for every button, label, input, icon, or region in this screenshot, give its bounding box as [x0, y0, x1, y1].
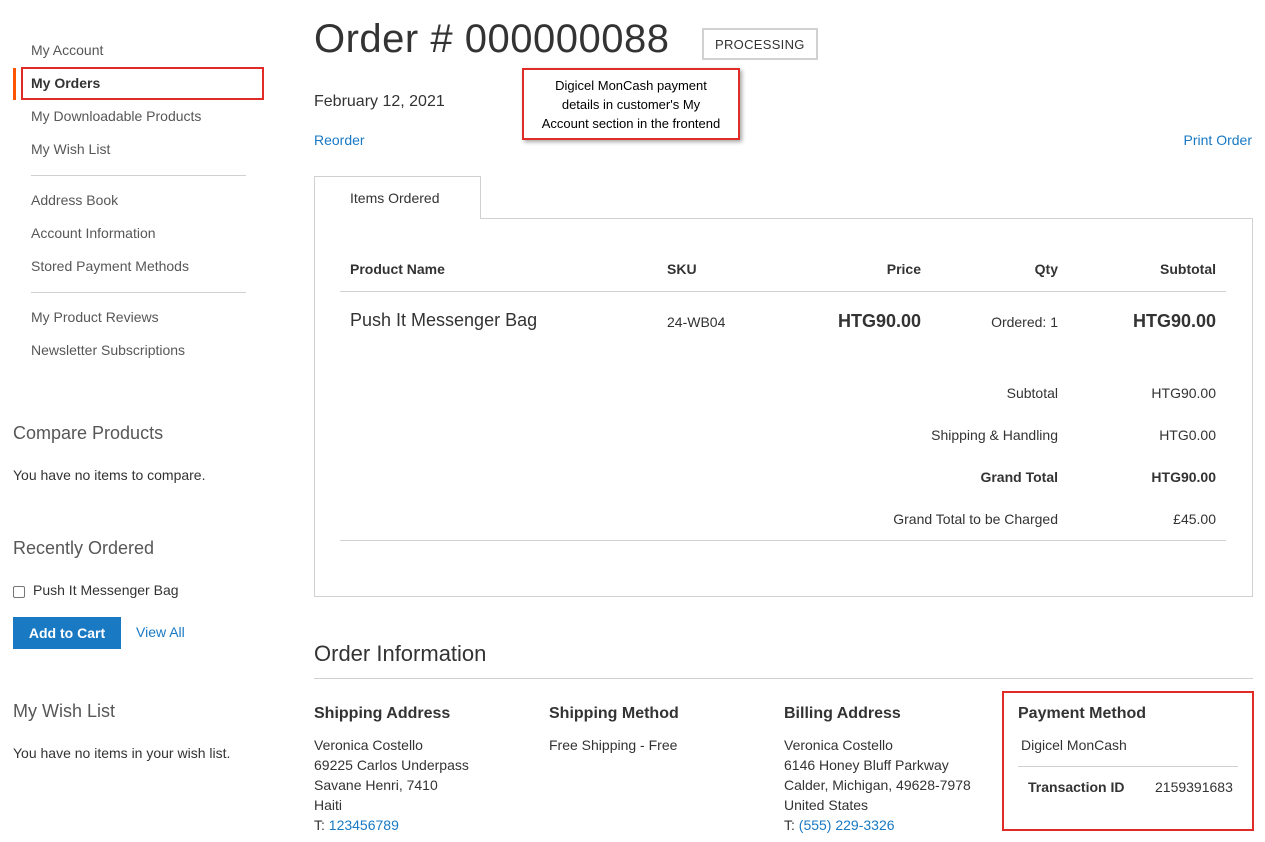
item-product-name: Push It Messenger Bag: [350, 310, 538, 330]
tab-items-ordered[interactable]: Items Ordered: [314, 176, 481, 219]
totals-subtotal-label: Subtotal: [1006, 385, 1058, 401]
callout-line: Account section in the frontend: [541, 116, 721, 131]
table-header-divider: [340, 291, 1226, 292]
phone-prefix: T:: [784, 817, 799, 833]
nav-my-downloadable-products[interactable]: My Downloadable Products: [31, 108, 201, 124]
shipping-address-title: Shipping Address: [314, 705, 451, 722]
nav-current-indicator: [13, 68, 16, 100]
annotation-callout: Digicel MonCash payment details in custo…: [522, 68, 740, 140]
add-to-cart-button[interactable]: Add to Cart: [13, 617, 121, 649]
totals-charged-value: £45.00: [1173, 511, 1216, 527]
shipping-phone-link[interactable]: 123456789: [329, 817, 399, 833]
item-sku: 24-WB04: [667, 314, 726, 330]
col-header-subtotal: Subtotal: [1160, 261, 1216, 277]
page-title: Order # 000000088: [314, 17, 670, 61]
nav-my-wish-list[interactable]: My Wish List: [31, 141, 110, 157]
transaction-id-label: Transaction ID: [1028, 779, 1125, 795]
totals-grand-total-value: HTG90.00: [1151, 469, 1216, 485]
billing-phone-link[interactable]: (555) 229-3326: [799, 817, 895, 833]
callout-line: details in customer's My: [561, 97, 701, 112]
wish-list-empty-text: You have no items in your wish list.: [13, 745, 231, 761]
order-date: February 12, 2021: [314, 93, 445, 110]
totals-subtotal-value: HTG90.00: [1151, 385, 1216, 401]
item-price: HTG90.00: [837, 311, 921, 331]
totals-shipping-value: HTG0.00: [1159, 427, 1216, 443]
nav-divider: [31, 175, 246, 176]
item-qty: Ordered: 1: [991, 314, 1058, 330]
compare-empty-text: You have no items to compare.: [13, 467, 206, 483]
nav-my-product-reviews[interactable]: My Product Reviews: [31, 309, 159, 325]
print-order-link[interactable]: Print Order: [1184, 132, 1252, 148]
totals-divider: [340, 540, 1226, 541]
wish-list-title: My Wish List: [13, 701, 116, 721]
nav-my-account[interactable]: My Account: [31, 42, 103, 58]
col-header-qty: Qty: [1034, 261, 1058, 277]
billing-address-line: Veronica Costello: [784, 737, 893, 753]
recently-ordered-title: Recently Ordered: [13, 538, 155, 558]
billing-phone: T: (555) 229-3326: [784, 817, 895, 833]
nav-newsletter-subscriptions[interactable]: Newsletter Subscriptions: [31, 342, 185, 358]
phone-prefix: T:: [314, 817, 329, 833]
billing-address-line: United States: [784, 797, 869, 813]
shipping-address-line: 69225 Carlos Underpass: [314, 757, 469, 773]
shipping-phone: T: 123456789: [314, 817, 399, 833]
nav-address-book[interactable]: Address Book: [31, 192, 118, 208]
view-all-link[interactable]: View All: [136, 624, 185, 640]
billing-address-line: Calder, Michigan, 49628-7978: [784, 777, 971, 793]
totals-charged-label: Grand Total to be Charged: [893, 511, 1058, 527]
totals-grand-total-label: Grand Total: [980, 469, 1058, 485]
col-header-sku: SKU: [667, 261, 697, 277]
transaction-id-value: 2159391683: [1155, 779, 1233, 795]
nav-account-information[interactable]: Account Information: [31, 225, 156, 241]
nav-my-orders-highlight-box: [21, 67, 264, 100]
shipping-address-line: Savane Henri, 7410: [314, 777, 438, 793]
reorder-link[interactable]: Reorder: [314, 132, 365, 148]
nav-divider: [31, 292, 246, 293]
callout-line: Digicel MonCash payment: [555, 78, 707, 93]
order-information-divider: [314, 678, 1253, 679]
billing-address-title: Billing Address: [784, 705, 901, 722]
nav-stored-payment-methods[interactable]: Stored Payment Methods: [31, 258, 189, 274]
order-status-badge: PROCESSING: [702, 28, 818, 60]
compare-products-title: Compare Products: [13, 423, 164, 443]
payment-method-title: Payment Method: [1018, 705, 1147, 722]
item-subtotal: HTG90.00: [1132, 311, 1216, 331]
shipping-method-title: Shipping Method: [549, 705, 679, 722]
order-information-title: Order Information: [314, 641, 487, 666]
payment-method-name: Digicel MonCash: [1021, 737, 1127, 753]
payment-method-divider: [1018, 766, 1238, 767]
totals-shipping-label: Shipping & Handling: [931, 427, 1058, 443]
billing-address-line: 6146 Honey Bluff Parkway: [784, 757, 949, 773]
col-header-product: Product Name: [350, 261, 445, 277]
recent-item-checkbox[interactable]: [13, 586, 25, 598]
col-header-price: Price: [886, 261, 921, 277]
shipping-address-line: Haiti: [314, 797, 343, 813]
shipping-method-value: Free Shipping - Free: [549, 737, 678, 753]
shipping-address-line: Veronica Costello: [314, 737, 423, 753]
recent-item-label[interactable]: Push It Messenger Bag: [33, 582, 179, 598]
